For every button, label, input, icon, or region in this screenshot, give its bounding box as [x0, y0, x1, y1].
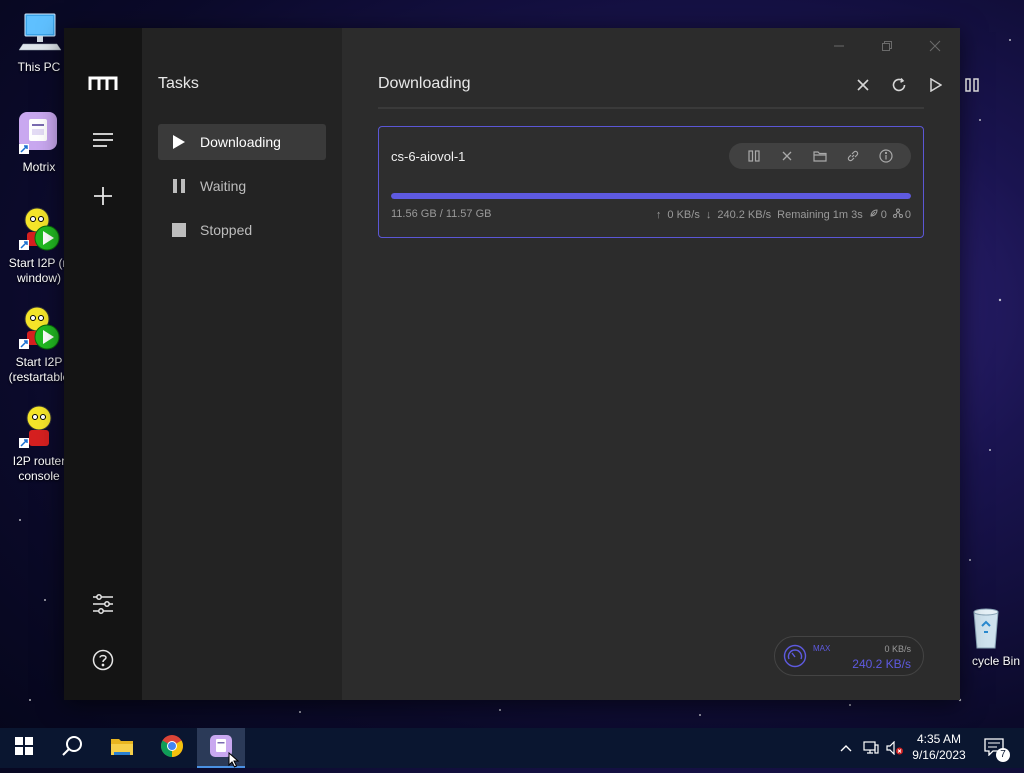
clock-date: 9/16/2023: [912, 748, 966, 762]
maximize-icon[interactable]: [874, 36, 900, 56]
motrix-app-icon: [15, 110, 63, 158]
resume-all-play-icon[interactable]: [925, 74, 947, 96]
chevron-up-icon: [840, 739, 852, 757]
volume-muted-icon[interactable]: [884, 728, 906, 768]
recycle-bin-icon: [960, 604, 1008, 652]
stop-icon: [172, 223, 186, 237]
sidebar: Tasks Downloading Waiting Stopped: [142, 28, 342, 700]
task-progress-bar: [391, 193, 911, 199]
upload-arrow-icon: ↑: [655, 208, 662, 221]
pause-icon[interactable]: [744, 146, 764, 166]
page-title: Downloading: [378, 75, 471, 92]
sidebar-item-label: Downloading: [200, 134, 281, 150]
speed-limit-label: MAX: [813, 644, 831, 653]
search-icon: [61, 735, 83, 762]
speedometer-icon: [783, 644, 807, 668]
sidebar-item-label: Stopped: [200, 222, 253, 238]
global-download-speed: 240.2 KB/s: [852, 657, 911, 671]
task-name: cs-6-aiovol-1: [391, 149, 466, 164]
i2p-router-icon: [15, 404, 63, 452]
computer-icon: [15, 10, 63, 58]
sidebar-item-label: Waiting: [200, 178, 247, 194]
task-download-speed: 240.2 KB/s: [717, 208, 772, 221]
notification-badge: 7: [996, 748, 1010, 762]
chrome-icon: [160, 734, 184, 763]
seeders-icon: [869, 208, 879, 221]
network-icon[interactable]: [860, 728, 882, 768]
show-hidden-icons[interactable]: [836, 728, 856, 768]
task-seeders: 0: [880, 208, 887, 221]
sidebar-item-downloading[interactable]: Downloading: [158, 124, 326, 160]
main-panel: Downloading cs-6-aiovol-1 11.56 GB / 11.…: [342, 28, 979, 700]
task-progress-fill: [391, 193, 911, 199]
sidebar-item-stopped[interactable]: Stopped: [158, 212, 326, 248]
i2p-play-icon: [15, 305, 63, 353]
clock-time: 4:35 AM: [916, 732, 962, 746]
taskbar-file-explorer[interactable]: [98, 728, 146, 768]
task-card[interactable]: cs-6-aiovol-1 11.56 GB / 11.57 GB ↑ 0 KB…: [378, 126, 924, 238]
mouse-cursor-icon: [228, 751, 240, 773]
help-icon[interactable]: [88, 645, 118, 675]
system-clock[interactable]: 4:35 AM 9/16/2023: [906, 731, 972, 763]
task-action-bar: [729, 143, 911, 169]
m-logo-icon[interactable]: [88, 68, 118, 98]
taskbar-chrome[interactable]: [148, 728, 196, 768]
notification-icon: 7: [984, 738, 1010, 762]
windows-logo-icon: [15, 736, 33, 760]
task-remaining: Remaining 1m 3s: [777, 208, 863, 221]
notification-center-button[interactable]: 7: [980, 728, 1010, 768]
menu-icon[interactable]: [88, 125, 118, 155]
taskbar: 4:35 AM 9/16/2023 7: [0, 728, 1024, 768]
pause-icon: [172, 179, 186, 193]
play-icon: [172, 135, 186, 149]
add-icon[interactable]: [88, 181, 118, 211]
connections-icon: [892, 208, 903, 221]
nav-rail: [64, 28, 142, 700]
folder-icon: [110, 736, 134, 761]
search-button[interactable]: [48, 728, 96, 768]
link-icon[interactable]: [843, 146, 863, 166]
minimize-icon[interactable]: [826, 36, 852, 56]
task-upload-speed: 0 KB/s: [667, 208, 700, 221]
close-icon[interactable]: [777, 146, 797, 166]
header-divider: [378, 107, 924, 109]
task-size: 11.56 GB / 11.57 GB: [391, 208, 492, 220]
sidebar-item-waiting[interactable]: Waiting: [158, 168, 326, 204]
download-arrow-icon: ↓: [705, 208, 712, 221]
task-stats: ↑ 0 KB/s ↓ 240.2 KB/s Remaining 1m 3s 0 …: [656, 208, 911, 221]
speedometer[interactable]: MAX 0 KB/s 240.2 KB/s: [774, 636, 924, 676]
settings-sliders-icon[interactable]: [88, 589, 118, 619]
close-window-icon[interactable]: [922, 36, 948, 56]
sidebar-title: Tasks: [158, 75, 199, 92]
info-icon[interactable]: [876, 146, 896, 166]
delete-tasks-close-icon[interactable]: [852, 74, 874, 96]
start-button[interactable]: [0, 728, 48, 768]
pause-all-pause-icon[interactable]: [961, 74, 983, 96]
motrix-window: Tasks Downloading Waiting Stopped Downlo…: [64, 28, 979, 700]
refresh-icon[interactable]: [888, 74, 910, 96]
task-connections: 0: [904, 208, 911, 221]
i2p-play-icon: [15, 206, 63, 254]
folder-icon[interactable]: [810, 146, 830, 166]
global-upload-speed: 0 KB/s: [884, 644, 911, 654]
